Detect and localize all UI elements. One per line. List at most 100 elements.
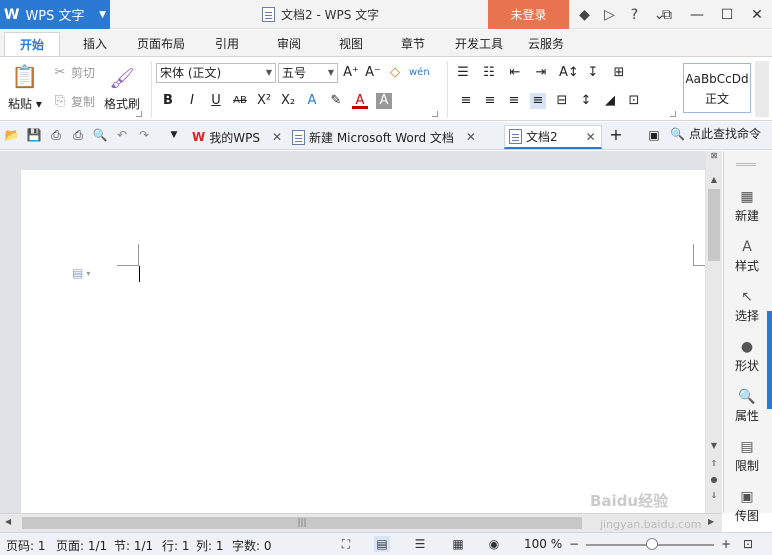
tab-developer[interactable]: 开发工具	[448, 32, 510, 56]
underline-icon[interactable]: U	[208, 93, 224, 109]
customize-chevron-icon[interactable]: ▼	[166, 127, 182, 143]
side-styles[interactable]: A 样式	[724, 239, 770, 274]
zoom-out-icon[interactable]: −	[566, 536, 582, 552]
save-icon[interactable]: 💾	[26, 127, 42, 143]
status-row[interactable]: 行: 1	[162, 537, 190, 554]
strikethrough-icon[interactable]: AB	[232, 93, 248, 109]
bullet-list-icon[interactable]: ☰	[455, 65, 471, 81]
print-icon[interactable]: ⎙	[70, 127, 86, 143]
subscript-icon[interactable]: X₂	[280, 93, 296, 109]
document-page[interactable]: ▤ ▾	[21, 170, 705, 513]
font-color-icon[interactable]: A	[352, 93, 368, 109]
tab-home[interactable]: 开始	[4, 32, 60, 56]
tab-list-icon[interactable]: ▣	[646, 127, 662, 143]
scroll-thumb[interactable]	[708, 189, 720, 261]
collapse-icon[interactable]: ⊠	[706, 151, 722, 160]
close-tab-icon[interactable]: ✕	[466, 130, 476, 144]
shrink-font-icon[interactable]: A⁻	[365, 65, 381, 81]
help-icon[interactable]: ?	[622, 0, 647, 29]
close-tab-icon[interactable]: ✕	[586, 130, 596, 144]
side-properties[interactable]: 🔍 属性	[724, 389, 770, 424]
web-view-icon[interactable]: ▦	[450, 536, 466, 552]
status-page-number[interactable]: 页码: 1	[6, 537, 46, 554]
outline-view-icon[interactable]: ☰	[412, 536, 428, 552]
next-page-icon[interactable]: ⇓	[706, 491, 722, 500]
undo-icon[interactable]: ↶	[114, 127, 130, 143]
copy-button[interactable]: ⎘ 复制	[52, 93, 95, 110]
scroll-down-icon[interactable]: ▼	[706, 441, 722, 450]
tab-chapter[interactable]: 章节	[388, 32, 438, 56]
highlight-icon[interactable]: ✎	[328, 93, 344, 109]
format-painter-button[interactable]: 🖌 格式刷	[104, 63, 140, 112]
sort-icon[interactable]: ↧	[585, 65, 601, 81]
open-folder-icon[interactable]: 📂	[4, 127, 20, 143]
status-word-count[interactable]: 字数: 0	[232, 537, 272, 554]
side-select[interactable]: ↖ 选择	[724, 289, 770, 324]
paste-button[interactable]: 📋 粘贴 ▾	[8, 63, 42, 112]
prev-page-icon[interactable]: ⇑	[706, 459, 722, 468]
select-browse-icon[interactable]: ●	[706, 475, 722, 484]
line-spacing-icon[interactable]: ↕	[578, 93, 594, 109]
side-new[interactable]: ▦ 新建	[724, 189, 770, 224]
feedback-icon[interactable]: ▷	[597, 0, 622, 29]
status-pages[interactable]: 页面: 1/1	[56, 537, 107, 554]
change-case-icon[interactable]: A↕	[559, 65, 579, 81]
tab-my-wps[interactable]: W 我的WPS ✕	[188, 125, 282, 149]
tab-insert[interactable]: 插入	[70, 32, 120, 56]
scroll-right-icon[interactable]: ▶	[708, 517, 714, 526]
style-normal[interactable]: AaBbCcDd 正文	[683, 63, 751, 113]
skin-icon[interactable]: ◆	[572, 0, 597, 29]
text-effect-icon[interactable]: A	[304, 93, 320, 109]
status-col[interactable]: 列: 1	[196, 537, 224, 554]
font-dialog-launcher-icon[interactable]	[432, 111, 438, 117]
paragraph-layout-icon[interactable]: ▤ ▾	[72, 266, 90, 280]
shading-icon[interactable]: ◢	[602, 93, 618, 109]
status-section[interactable]: 节: 1/1	[114, 537, 153, 554]
decrease-indent-icon[interactable]: ⇤	[507, 65, 523, 81]
character-shading-icon[interactable]: A	[376, 93, 392, 109]
page-view-icon[interactable]: ▤	[374, 536, 390, 552]
zoom-slider-knob[interactable]	[646, 538, 658, 550]
minimize-button[interactable]: —	[682, 0, 712, 29]
align-left-icon[interactable]: ≡	[458, 93, 474, 109]
align-right-icon[interactable]: ≡	[506, 93, 522, 109]
side-restrict[interactable]: ▤ 限制	[724, 439, 770, 474]
numbered-list-icon[interactable]: ☷	[481, 65, 497, 81]
table-icon[interactable]: ⊞	[611, 65, 627, 81]
tab-page-layout[interactable]: 页面布局	[130, 32, 192, 56]
vertical-scrollbar[interactable]: ⊠ ▲ ▼ ⇑ ● ⇓	[706, 151, 722, 513]
close-tab-icon[interactable]: ✕	[272, 130, 282, 144]
tab-new-word-doc[interactable]: 新建 Microsoft Word 文档 ✕	[288, 125, 476, 149]
export-pdf-icon[interactable]: ⎙	[48, 127, 64, 143]
font-size-select[interactable]: 五号 ▼	[278, 63, 338, 83]
styles-scroll[interactable]	[755, 61, 769, 117]
redo-icon[interactable]: ↷	[136, 127, 152, 143]
tab-references[interactable]: 引用	[202, 32, 252, 56]
grow-font-icon[interactable]: A⁺	[343, 65, 359, 81]
side-shapes[interactable]: ● 形状	[724, 339, 770, 374]
paragraph-dialog-launcher-icon[interactable]	[670, 111, 676, 117]
increase-indent-icon[interactable]: ⇥	[533, 65, 549, 81]
side-upload-image[interactable]: ▣ 传图	[724, 489, 770, 524]
bold-icon[interactable]: B	[160, 93, 176, 109]
distributed-icon[interactable]: ⊟	[554, 93, 570, 109]
font-name-select[interactable]: 宋体 (正文) ▼	[156, 63, 276, 83]
restore-layout-icon[interactable]: ⧉	[652, 0, 682, 29]
clear-format-icon[interactable]: ◇	[387, 65, 403, 81]
justify-icon[interactable]: ≡	[530, 93, 546, 109]
fit-page-icon[interactable]: ⊡	[740, 536, 756, 552]
eye-protection-icon[interactable]: ◉	[486, 536, 502, 552]
login-button[interactable]: 未登录	[488, 0, 569, 29]
borders-icon[interactable]: ⊡	[626, 93, 642, 109]
tab-cloud[interactable]: 云服务	[520, 32, 572, 56]
zoom-in-icon[interactable]: +	[718, 536, 734, 552]
close-button[interactable]: ✕	[742, 0, 772, 29]
phonetic-guide-icon[interactable]: wén	[409, 65, 430, 81]
print-preview-icon[interactable]: 🔍	[92, 127, 108, 143]
scroll-thumb[interactable]: |||	[22, 517, 582, 529]
full-screen-icon[interactable]: ⛶	[338, 536, 354, 552]
tab-view[interactable]: 视图	[326, 32, 376, 56]
tab-review[interactable]: 审阅	[264, 32, 314, 56]
scroll-left-icon[interactable]: ◀	[5, 517, 11, 526]
zoom-level[interactable]: 100 %	[524, 537, 562, 551]
